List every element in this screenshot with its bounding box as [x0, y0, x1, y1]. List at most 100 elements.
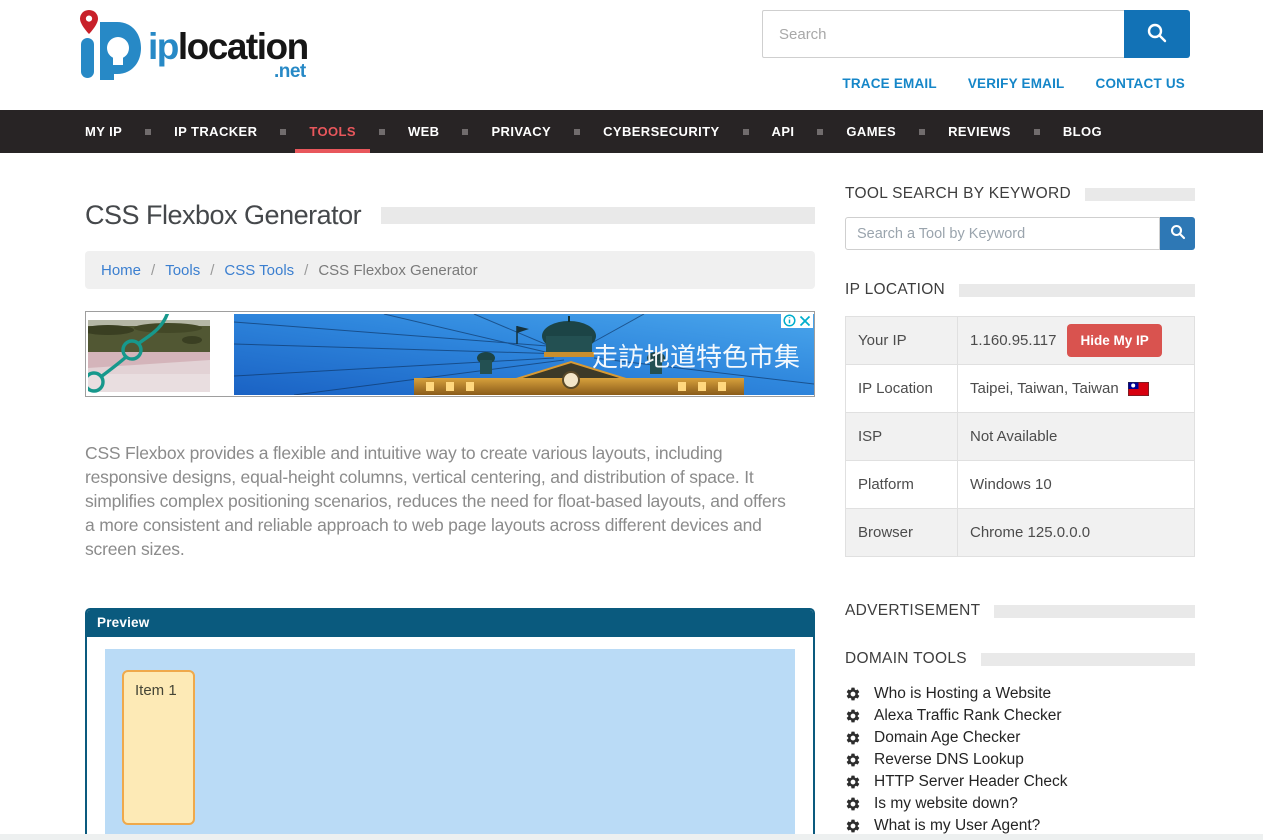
nav-separator — [743, 129, 749, 135]
site-search-button[interactable] — [1124, 10, 1190, 58]
breadcrumb-separator: / — [151, 262, 155, 279]
tool-search-button[interactable] — [1160, 217, 1195, 250]
logo-wordmark: iplocation .net — [148, 28, 308, 95]
platform-value: Windows 10 — [958, 461, 1195, 509]
nav-item-privacy[interactable]: PRIVACY — [477, 110, 565, 153]
nav-item-cybersecurity[interactable]: CYBERSECURITY — [589, 110, 733, 153]
taiwan-flag-icon — [1128, 382, 1149, 396]
logo-pin-icon — [73, 6, 145, 95]
nav-item-blog[interactable]: BLOG — [1049, 110, 1116, 153]
domain-tool-label: Who is Hosting a Website — [874, 685, 1051, 703]
row-label: Browser — [846, 509, 958, 557]
preview-card: Preview Item 1 — [85, 608, 815, 840]
table-row: Your IP 1.160.95.117 Hide My IP — [846, 317, 1195, 365]
domain-tool-link[interactable]: HTTP Server Header Check — [845, 771, 1195, 793]
tool-search-input[interactable] — [845, 217, 1160, 250]
breadcrumb: Home / Tools / CSS Tools / CSS Flexbox G… — [85, 251, 815, 289]
contact-us-link[interactable]: CONTACT US — [1096, 76, 1186, 91]
header-links: TRACE EMAIL VERIFY EMAIL CONTACT US — [842, 76, 1185, 91]
trace-email-link[interactable]: TRACE EMAIL — [842, 76, 936, 91]
breadcrumb-separator: / — [304, 262, 308, 279]
domain-tool-label: What is my User Agent? — [874, 817, 1040, 835]
page-title: CSS Flexbox Generator — [85, 200, 361, 231]
nav-item-games[interactable]: GAMES — [832, 110, 910, 153]
ad-close-icon[interactable] — [797, 313, 813, 328]
gear-icon — [845, 818, 861, 834]
nav-separator — [919, 129, 925, 135]
nav-separator — [280, 129, 286, 135]
tool-search-heading: TOOL SEARCH BY KEYWORD — [845, 185, 1195, 203]
nav-item-web[interactable]: WEB — [394, 110, 454, 153]
main-nav: MY IP IP TRACKER TOOLS WEB PRIVACY CYBER… — [0, 110, 1263, 153]
ad-left-image — [88, 314, 214, 401]
domain-tool-link[interactable]: Alexa Traffic Rank Checker — [845, 705, 1195, 727]
domain-tool-link[interactable]: Is my website down? — [845, 793, 1195, 815]
nav-item-reviews[interactable]: REVIEWS — [934, 110, 1025, 153]
nav-separator — [145, 129, 151, 135]
your-ip-value: 1.160.95.117 — [970, 332, 1056, 349]
domain-tool-label: Is my website down? — [874, 795, 1018, 813]
row-label: Platform — [846, 461, 958, 509]
row-label: IP Location — [846, 365, 958, 413]
ad-right-image: 走訪地道特色市集 — [234, 314, 814, 400]
domain-tool-link[interactable]: Who is Hosting a Website — [845, 683, 1195, 705]
hide-my-ip-button[interactable]: Hide My IP — [1067, 324, 1161, 357]
site-search — [762, 10, 1190, 58]
nav-separator — [379, 129, 385, 135]
domain-tool-link[interactable]: Domain Age Checker — [845, 727, 1195, 749]
sidebar: TOOL SEARCH BY KEYWORD IP LOCATION Your … — [845, 153, 1195, 837]
nav-separator — [1034, 129, 1040, 135]
gear-icon — [845, 708, 861, 724]
main-content: CSS Flexbox Generator Home / Tools / CSS… — [85, 153, 815, 840]
heading-bar — [994, 605, 1195, 618]
flexbox-preview-container: Item 1 — [105, 649, 795, 840]
table-row: Platform Windows 10 — [846, 461, 1195, 509]
ad-info-icon[interactable] — [781, 313, 797, 328]
breadcrumb-current: CSS Flexbox Generator — [318, 262, 477, 279]
breadcrumb-tools[interactable]: Tools — [165, 262, 200, 279]
verify-email-link[interactable]: VERIFY EMAIL — [968, 76, 1065, 91]
domain-tools-heading: DOMAIN TOOLS — [845, 650, 1195, 668]
row-label: ISP — [846, 413, 958, 461]
table-row: Browser Chrome 125.0.0.0 — [846, 509, 1195, 557]
gear-icon — [845, 752, 861, 768]
nav-item-api[interactable]: API — [758, 110, 809, 153]
domain-tool-label: Alexa Traffic Rank Checker — [874, 707, 1062, 725]
table-row: ISP Not Available — [846, 413, 1195, 461]
tool-description: CSS Flexbox provides a flexible and intu… — [85, 441, 791, 561]
browser-value: Chrome 125.0.0.0 — [958, 509, 1195, 557]
ad-banner[interactable]: 走訪地道特色市集 — [85, 311, 815, 397]
flexbox-preview-item-1[interactable]: Item 1 — [122, 670, 195, 825]
gear-icon — [845, 774, 861, 790]
nav-separator — [574, 129, 580, 135]
ad-headline: 走訪地道特色市集 — [592, 342, 800, 372]
nav-separator — [817, 129, 823, 135]
preview-header: Preview — [87, 610, 813, 637]
breadcrumb-home[interactable]: Home — [101, 262, 141, 279]
site-logo[interactable]: iplocation .net — [73, 6, 308, 95]
site-header: iplocation .net TRACE EMAIL VERIFY EMAIL… — [0, 0, 1263, 110]
table-row: IP Location Taipei, Taiwan, Taiwan — [846, 365, 1195, 413]
footer-band — [0, 834, 1263, 840]
row-label: Your IP — [846, 317, 958, 365]
domain-tool-label: HTTP Server Header Check — [874, 773, 1068, 791]
breadcrumb-css-tools[interactable]: CSS Tools — [224, 262, 294, 279]
gear-icon — [845, 730, 861, 746]
nav-item-ip-tracker[interactable]: IP TRACKER — [160, 110, 271, 153]
heading-bar — [959, 284, 1195, 297]
gear-icon — [845, 796, 861, 812]
nav-item-tools[interactable]: TOOLS — [295, 110, 370, 153]
isp-value: Not Available — [958, 413, 1195, 461]
ip-location-value: Taipei, Taiwan, Taiwan — [970, 380, 1119, 397]
domain-tool-link[interactable]: Reverse DNS Lookup — [845, 749, 1195, 771]
tool-search — [845, 217, 1195, 250]
heading-bar — [1085, 188, 1195, 201]
nav-separator — [462, 129, 468, 135]
ip-location-heading: IP LOCATION — [845, 281, 1195, 299]
domain-tools-list: Who is Hosting a Website Alexa Traffic R… — [845, 683, 1195, 837]
domain-tool-label: Reverse DNS Lookup — [874, 751, 1024, 769]
ip-location-table: Your IP 1.160.95.117 Hide My IP IP Locat… — [845, 316, 1195, 557]
title-decorative-bar — [381, 207, 815, 224]
site-search-input[interactable] — [762, 10, 1124, 58]
nav-item-my-ip[interactable]: MY IP — [71, 110, 136, 153]
